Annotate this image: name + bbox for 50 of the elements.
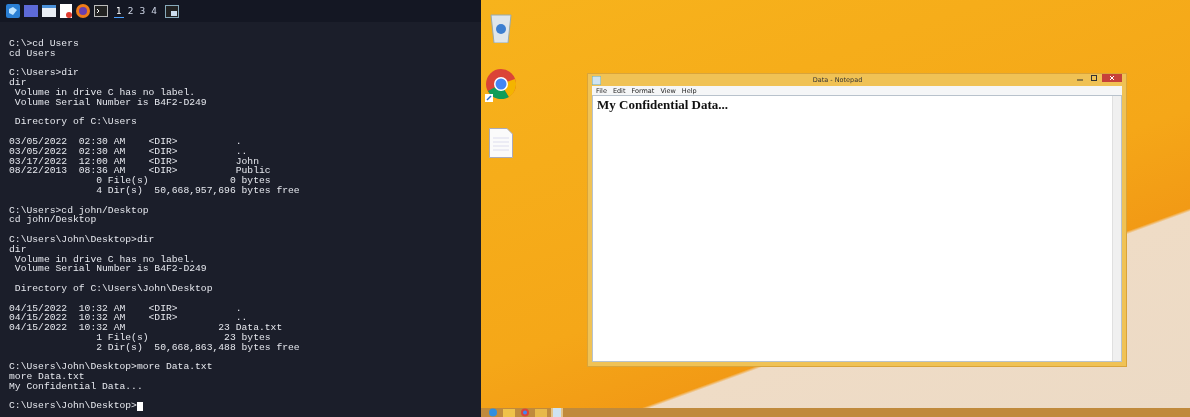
terminal-line: 04/15/2022 10:32 AM 23 Data.txt [9, 323, 283, 333]
terminal-line: 03/05/2022 02:30 AM <DIR> .. [9, 146, 248, 157]
terminal-line: C:\Users>cd john/Desktop [9, 205, 149, 216]
terminal-line: Directory of C:\Users [13, 117, 137, 128]
terminal-line: My Confidential Data... [9, 381, 143, 392]
terminal-line: Volume Serial Number is B4F2-D249 [13, 264, 207, 275]
folder-icon[interactable] [503, 408, 515, 417]
app-menu-icon[interactable] [6, 4, 20, 18]
maximize-button[interactable] [1088, 74, 1100, 82]
workspace-button[interactable]: 4 [149, 4, 159, 18]
terminal-line: cd john/Desktop [9, 215, 97, 226]
terminal-line: 03/17/2022 12:00 AM <DIR> John [9, 156, 259, 167]
terminal-line: dir [9, 78, 27, 88]
terminal-line: 4 Dir(s) 50,668,957,696 bytes free [95, 185, 300, 196]
terminal-icon[interactable] [94, 5, 108, 17]
terminal-line: Volume Serial Number is B4F2-D249 [13, 97, 207, 108]
terminal-line: C:\>cd Users [9, 39, 79, 49]
terminal-line: Volume in drive C has no label. [13, 88, 196, 98]
terminal-line: C:\Users>dir [9, 68, 79, 79]
terminal-line: C:\Users\John\Desktop>more Data.txt [9, 362, 213, 373]
workspace-button[interactable]: 1 [114, 4, 124, 18]
folder-icon[interactable] [42, 5, 56, 17]
folder-icon[interactable] [535, 408, 547, 417]
terminal-line: dir [9, 244, 27, 255]
text-file-icon[interactable] [489, 128, 513, 158]
terminal-line: 1 File(s) 23 bytes [95, 332, 271, 343]
terminal-line: 04/15/2022 10:32 AM <DIR> .. [9, 313, 248, 324]
chrome-icon[interactable] [485, 68, 517, 102]
document-text: My Confidential Data... [596, 96, 730, 114]
text-cursor [136, 401, 143, 411]
workspace-button[interactable]: 3 [137, 4, 148, 18]
screen-icon[interactable] [164, 4, 179, 18]
document-icon[interactable] [60, 4, 72, 18]
terminal-line: Directory of C:\Users\John\Desktop [13, 283, 213, 294]
workspace-button[interactable]: 2 [125, 4, 136, 18]
terminal-line: 08/22/2013 08:36 AM <DIR> Public [9, 166, 271, 177]
terminal-line: 0 File(s) 0 bytes [95, 176, 271, 186]
terminal-line: 2 Dir(s) 50,668,863,488 bytes free [95, 342, 300, 353]
close-button[interactable] [1102, 74, 1122, 82]
terminal-line: 04/15/2022 10:32 AM <DIR> . [9, 303, 242, 314]
text-area[interactable]: My Confidential Data... [592, 95, 1122, 362]
scrollbar[interactable] [1112, 96, 1121, 361]
terminal-line: cd Users [9, 48, 56, 59]
terminal-line: C:\Users\John\Desktop> [9, 401, 137, 412]
recycle-bin-icon[interactable] [489, 11, 513, 43]
terminal-line: 03/05/2022 02:30 AM <DIR> . [9, 136, 242, 147]
terminal-line: more Data.txt [9, 372, 85, 382]
terminal-line: C:\Users\John\Desktop>dir [9, 234, 155, 245]
notepad-icon [592, 75, 601, 85]
terminal-line: Volume in drive C has no label. [13, 254, 196, 265]
